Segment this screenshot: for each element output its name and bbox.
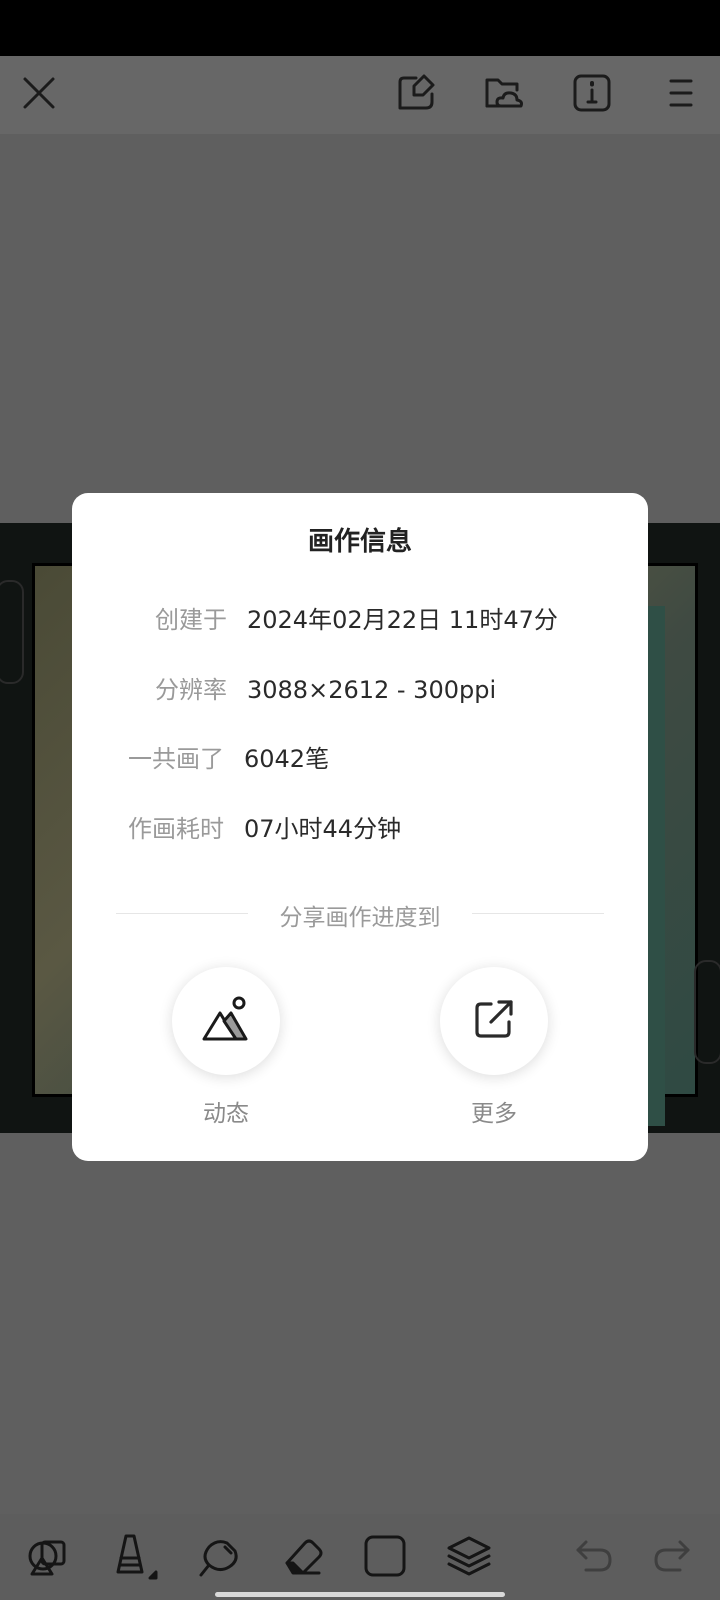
created-value: 2024年02月22日 11时47分 (247, 606, 558, 634)
redo-button[interactable] (648, 1534, 696, 1582)
cloud-folder-button[interactable] (481, 72, 527, 118)
layers-icon (445, 1532, 493, 1584)
smudge-tool-button[interactable] (194, 1534, 242, 1582)
left-side-handle[interactable] (0, 580, 24, 684)
close-icon (19, 73, 59, 117)
share-more-button[interactable] (440, 967, 548, 1075)
undo-icon (572, 1534, 616, 1582)
info-button[interactable] (569, 72, 615, 118)
created-label: 创建于 (155, 606, 227, 634)
divider-line-right (472, 913, 604, 914)
eraser-icon (279, 1533, 325, 1583)
info-icon (571, 72, 613, 118)
menu-icon (663, 73, 699, 117)
layers-button[interactable] (445, 1534, 493, 1582)
undo-button[interactable] (570, 1534, 618, 1582)
duration-label: 作画耗时 (128, 815, 224, 843)
smudge-icon (195, 1533, 241, 1583)
info-row-resolution: 分辨率 (72, 670, 227, 710)
mountain-icon (198, 991, 254, 1051)
share-moments-button[interactable] (172, 967, 280, 1075)
resolution-label: 分辨率 (155, 676, 227, 704)
resolution-value: 3088×2612 - 300ppi (247, 676, 497, 704)
strokes-label: 一共画了 (128, 745, 224, 773)
share-divider: 分享画作进度到 (116, 893, 604, 933)
duration-value: 07小时44分钟 (244, 815, 402, 843)
menu-button[interactable] (658, 72, 704, 118)
redo-icon (650, 1534, 694, 1582)
home-indicator[interactable] (215, 1592, 505, 1597)
edit-canvas-icon (396, 72, 438, 118)
color-swatch-button[interactable] (361, 1534, 409, 1582)
share-heading: 分享画作进度到 (279, 905, 441, 931)
artwork-info-dialog: 画作信息 创建于 2024年02月22日 11时47分 分辨率 3088×261… (72, 493, 648, 1161)
info-row-strokes: 一共画了 (72, 739, 224, 779)
share-more-label: 更多 (471, 1101, 517, 1127)
close-button[interactable] (16, 72, 62, 118)
shapes-tool-button[interactable] (24, 1534, 72, 1582)
shapes-icon (26, 1534, 70, 1582)
eraser-tool-button[interactable] (278, 1534, 326, 1582)
external-link-icon (471, 996, 517, 1046)
cloud-folder-icon (483, 72, 525, 118)
top-toolbar (0, 56, 720, 134)
info-row-duration: 作画耗时 (72, 809, 224, 849)
brush-icon (110, 1532, 158, 1584)
brush-tool-button[interactable] (110, 1534, 158, 1582)
share-moments-label: 动态 (203, 1101, 249, 1127)
right-side-handle[interactable] (694, 960, 720, 1064)
bottom-toolbar (0, 1514, 720, 1600)
status-bar (0, 0, 720, 56)
color-swatch-icon (362, 1533, 408, 1583)
dialog-title: 画作信息 (307, 527, 412, 557)
strokes-value: 6042笔 (244, 745, 330, 773)
info-row-created: 创建于 (72, 600, 227, 640)
edit-canvas-button[interactable] (394, 72, 440, 118)
